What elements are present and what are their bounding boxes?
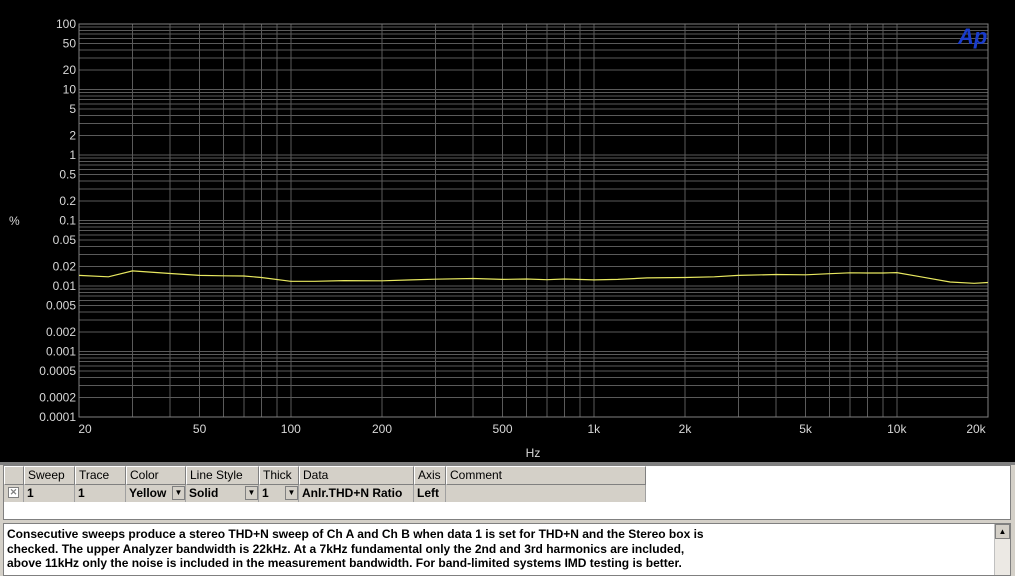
cell-sweep[interactable]: 1 xyxy=(24,485,75,502)
ap-logo: Ap xyxy=(957,24,987,49)
traces xyxy=(78,270,989,284)
cell-comment[interactable] xyxy=(446,485,646,502)
y-axis-ticks: 100 50 20 10 5 2 1 0.5 0.2 0.1 0.05 0.02 0.01 0.005 0.… xyxy=(39,17,76,424)
x-tick-label: 500 xyxy=(493,422,513,436)
header-data[interactable]: Data xyxy=(299,466,414,485)
cell-thick-value: 1 xyxy=(262,486,269,500)
cell-color-value: Yellow xyxy=(129,486,167,500)
header-line-style[interactable]: Line Style xyxy=(186,466,259,485)
header-axis[interactable]: Axis xyxy=(414,466,446,485)
notes-scrollbar[interactable]: ▲ xyxy=(994,524,1010,575)
y-tick-label: 0.0001 xyxy=(39,410,76,424)
grid-lines xyxy=(78,23,989,418)
header-comment[interactable]: Comment xyxy=(446,466,646,485)
x-tick-label: 1k xyxy=(587,422,601,436)
graph-panel: 100 50 20 10 5 2 1 0.5 0.2 0.1 0.05 0.02 0.01 0.005 0.… xyxy=(0,0,1015,462)
cell-trace[interactable]: 1 xyxy=(75,485,126,502)
x-tick-label: 2k xyxy=(679,422,693,436)
header-color[interactable]: Color xyxy=(126,466,186,485)
y-tick-label: 0.0002 xyxy=(39,390,76,404)
y-tick-label: 0.05 xyxy=(53,233,77,247)
y-tick-label: 1 xyxy=(69,148,76,162)
y-tick-label: 2 xyxy=(69,128,76,142)
y-tick-label: 0.5 xyxy=(59,168,76,182)
header-sweep[interactable]: Sweep xyxy=(24,466,75,485)
thd-n-chart: 100 50 20 10 5 2 1 0.5 0.2 0.1 0.05 0.02 0.01 0.005 0.… xyxy=(9,17,989,460)
y-tick-label: 0.02 xyxy=(53,259,77,273)
x-axis-label: Hz xyxy=(526,446,541,460)
x-tick-label: 50 xyxy=(193,422,207,436)
cell-axis[interactable]: Left xyxy=(414,485,446,502)
row-enable-cell: ✕ xyxy=(4,485,24,502)
thick-dropdown-arrow-icon[interactable]: ▼ xyxy=(285,486,298,500)
cell-line-style-value: Solid xyxy=(189,486,219,500)
header-thick[interactable]: Thick xyxy=(259,466,299,485)
y-tick-label: 50 xyxy=(63,37,77,51)
cell-thick[interactable]: 1 ▼ xyxy=(259,485,299,502)
trace-table: Sweep Trace Color Line Style Thick Data … xyxy=(3,465,1011,520)
x-tick-label: 20k xyxy=(966,422,986,436)
y-axis-label: % xyxy=(9,214,20,228)
row-enable-checkbox[interactable]: ✕ xyxy=(8,487,19,498)
line-style-dropdown-arrow-icon[interactable]: ▼ xyxy=(245,486,258,500)
y-tick-label: 0.005 xyxy=(46,299,76,313)
y-tick-label: 0.001 xyxy=(46,345,76,359)
header-trace[interactable]: Trace xyxy=(75,466,126,485)
y-tick-label: 0.01 xyxy=(53,279,77,293)
table-row: ✕ 1 1 Yellow ▼ Solid ▼ 1 ▼ Anlr.THD+N Ra… xyxy=(4,485,1010,502)
cell-color[interactable]: Yellow ▼ xyxy=(126,485,186,502)
y-tick-label: 0.002 xyxy=(46,325,76,339)
notes-text[interactable]: Consecutive sweeps produce a stereo THD+… xyxy=(7,527,987,571)
x-axis-ticks: 20 50 100 200 500 1k 2k 5k 10k 20k xyxy=(78,422,986,436)
color-dropdown-arrow-icon[interactable]: ▼ xyxy=(172,486,185,500)
x-tick-label: 10k xyxy=(887,422,907,436)
trace-table-header: Sweep Trace Color Line Style Thick Data … xyxy=(4,466,1010,485)
x-tick-label: 100 xyxy=(281,422,301,436)
cell-line-style[interactable]: Solid ▼ xyxy=(186,485,259,502)
notes-panel[interactable]: Consecutive sweeps produce a stereo THD+… xyxy=(3,523,1011,576)
series-line xyxy=(78,270,989,284)
y-tick-label: 0.1 xyxy=(59,214,76,228)
y-tick-label: 10 xyxy=(63,83,77,97)
x-tick-label: 5k xyxy=(799,422,813,436)
scroll-up-arrow-icon[interactable]: ▲ xyxy=(995,524,1010,539)
y-tick-label: 100 xyxy=(56,17,76,31)
x-tick-label: 200 xyxy=(372,422,392,436)
cell-data[interactable]: Anlr.THD+N Ratio xyxy=(299,485,414,502)
y-tick-label: 20 xyxy=(63,63,77,77)
header-corner xyxy=(4,466,24,485)
x-tick-label: 20 xyxy=(78,422,92,436)
y-tick-label: 0.2 xyxy=(59,194,76,208)
y-tick-label: 5 xyxy=(69,102,76,116)
y-tick-label: 0.0005 xyxy=(39,364,76,378)
